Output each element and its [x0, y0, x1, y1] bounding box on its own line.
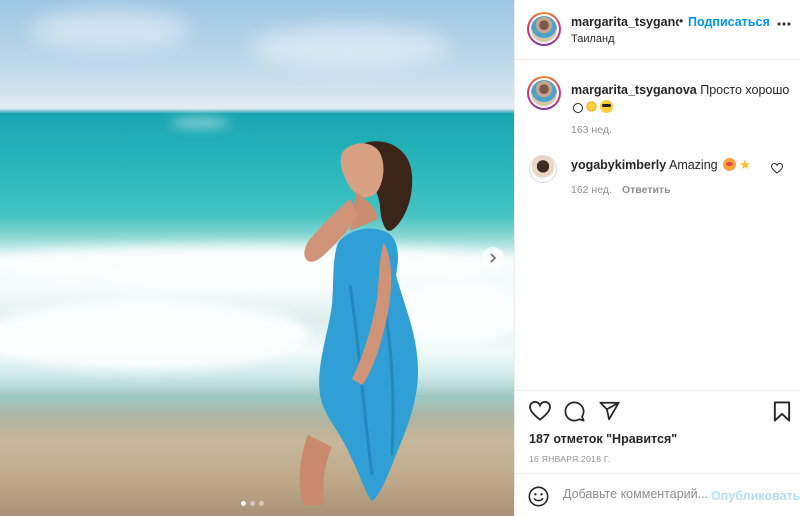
- post-date[interactable]: 16 ЯНВАРЯ 2018 Г.: [529, 454, 610, 464]
- reply-button[interactable]: Ответить: [622, 184, 671, 196]
- bookmark-icon[interactable]: [773, 401, 791, 422]
- star-icon: ★: [739, 157, 751, 172]
- woman-figure: [299, 141, 418, 505]
- wave-foam: [170, 120, 230, 126]
- post-header: margarita_tsyganova • Подписаться Таилан…: [515, 0, 800, 60]
- heart-icon[interactable]: [529, 401, 551, 421]
- caption: margarita_tsyganova Просто хорошо: [571, 82, 793, 116]
- post-photo[interactable]: [0, 0, 514, 516]
- author-avatar[interactable]: [527, 12, 561, 46]
- carousel-dot: [241, 501, 246, 506]
- sunglasses-face-icon: [600, 100, 613, 113]
- post-location[interactable]: Таиланд: [571, 33, 615, 45]
- comment-time[interactable]: 162 нед.: [571, 184, 612, 196]
- publish-button[interactable]: Опубликовать: [711, 489, 800, 503]
- smiling-face-icon: [573, 103, 583, 113]
- comment-text: Amazing: [668, 158, 718, 172]
- cat-face-icon: [723, 158, 737, 171]
- comment-like-heart-icon[interactable]: [771, 163, 783, 174]
- wet-sand: [0, 395, 514, 435]
- carousel-dot: [250, 501, 255, 506]
- commenter-avatar[interactable]: [529, 155, 557, 183]
- sun-icon: [585, 100, 598, 113]
- caption-text: Просто хорошо: [700, 83, 790, 97]
- caption-username[interactable]: margarita_tsyganova: [571, 83, 697, 97]
- comments-section: margarita_tsyganova Просто хорошо 163 не…: [515, 60, 800, 390]
- author-username[interactable]: margarita_tsyganova: [571, 15, 679, 29]
- carousel-dot: [259, 501, 264, 506]
- comment-username[interactable]: yogabykimberly: [571, 158, 666, 172]
- add-comment-bar: Опубликовать: [515, 473, 800, 516]
- chevron-right-icon: [490, 253, 497, 263]
- next-slide-button[interactable]: [482, 247, 504, 269]
- cloud: [250, 25, 450, 70]
- cloud: [30, 10, 190, 50]
- share-icon[interactable]: [599, 401, 620, 421]
- more-horizontal-icon[interactable]: [777, 22, 791, 26]
- emoji-smiley-icon[interactable]: [528, 486, 549, 507]
- separator-dot: •: [679, 14, 684, 28]
- wave-foam: [0, 245, 514, 285]
- post-actions: 187 отметок "Нравится" 16 ЯНВАРЯ 2018 Г.: [515, 390, 800, 470]
- comment-input[interactable]: [563, 487, 709, 501]
- wave-foam: [0, 300, 310, 370]
- caption-avatar[interactable]: [527, 76, 561, 110]
- caption-time[interactable]: 163 нед.: [571, 124, 612, 136]
- comment-icon[interactable]: [564, 401, 585, 422]
- likes-count[interactable]: 187 отметок "Нравится": [529, 432, 677, 446]
- comment: yogabykimberly Amazing ★: [571, 156, 751, 174]
- post-side-panel: margarita_tsyganova • Подписаться Таилан…: [514, 0, 800, 516]
- instagram-post: margarita_tsyganova • Подписаться Таилан…: [0, 0, 800, 516]
- follow-button[interactable]: Подписаться: [688, 15, 770, 29]
- carousel-dots: [241, 501, 264, 506]
